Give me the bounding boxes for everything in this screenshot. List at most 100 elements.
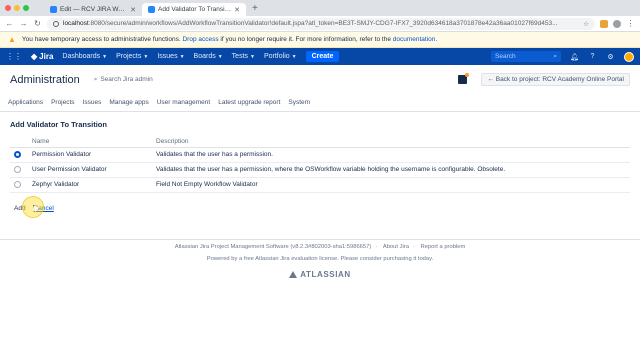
footer-links-row: Atlassian Jira Project Management Softwa… — [174, 244, 466, 250]
validator-description: Validates that the user has a permission… — [156, 147, 630, 163]
about-jira-link[interactable]: About Jira — [383, 244, 409, 250]
validator-description: Validates that the user has a permission… — [156, 162, 630, 178]
table-row[interactable]: Zephyr Validator Field Not Empty Workflo… — [10, 177, 630, 193]
user-permission-validator-radio[interactable] — [14, 166, 21, 173]
project-icon — [458, 73, 470, 84]
search-icon: ⌕ — [93, 75, 98, 83]
chevron-down-icon: ▼ — [250, 53, 255, 60]
table-row[interactable]: Permission Validator Validates that the … — [10, 147, 630, 163]
radio-cell — [10, 162, 32, 178]
new-tab-button[interactable]: + — [246, 3, 264, 16]
arrow-left-icon: ← — [487, 76, 494, 83]
tab-manage-apps[interactable]: Manage apps — [109, 99, 148, 106]
profile-icon[interactable] — [613, 19, 621, 28]
warning-icon: ▲ — [8, 35, 16, 44]
close-window-button[interactable] — [5, 5, 11, 11]
radio-column-header — [10, 136, 32, 148]
tab-title: Add Validator To Transition - R — [158, 6, 232, 13]
gear-icon[interactable]: ⚙ — [606, 52, 615, 61]
tab-latest-upgrade-report[interactable]: Latest upgrade report — [218, 99, 280, 106]
user-avatar[interactable] — [624, 51, 634, 62]
jira-top-nav: ⋮⋮ ◆ Jira Dashboards ▼ Projects ▼ Issues ▼ … — [0, 48, 640, 65]
nav-label: Dashboards — [62, 53, 101, 60]
tab-system[interactable]: System — [288, 99, 310, 106]
name-column-header: Name — [32, 136, 156, 148]
close-tab-icon[interactable]: ✕ — [130, 6, 136, 14]
nav-label: Tests — [231, 53, 249, 60]
validator-name: Zephyr Validator — [32, 177, 156, 193]
tab-title: Edit — RCV JIRA Workflow Tut — [60, 6, 128, 13]
window-controls[interactable] — [5, 5, 29, 11]
nav-label: Projects — [116, 53, 142, 60]
jira-favicon-icon — [148, 6, 155, 13]
search-placeholder: Search — [495, 53, 516, 60]
footer-divider — [0, 239, 640, 240]
notifications-icon[interactable]: 🔔︎ — [570, 52, 579, 61]
jira-logo-text: Jira — [39, 52, 54, 61]
admin-header: Administration ⌕ Search Jira admin ← Bac… — [0, 65, 640, 94]
browser-tab-edit[interactable]: Edit — RCV JIRA Workflow Tut ✕ — [44, 3, 142, 16]
nav-projects[interactable]: Projects ▼ — [116, 53, 148, 60]
tab-issues[interactable]: Issues — [83, 99, 102, 106]
table-row[interactable]: User Permission Validator Validates that… — [10, 162, 630, 178]
nav-label: Portfolio — [263, 53, 290, 60]
admin-search-placeholder: Search Jira admin — [100, 76, 153, 83]
validator-description: Field Not Empty Workflow Validator — [156, 177, 630, 193]
nav-issues[interactable]: Issues ▼ — [157, 53, 184, 60]
browser-menu-icon[interactable]: ⋮ — [626, 19, 635, 28]
admin-tabs: Applications Projects Issues Manage apps… — [0, 94, 640, 112]
jira-logo[interactable]: ◆ Jira — [31, 52, 53, 61]
report-problem-link[interactable]: Report a problem — [420, 244, 465, 250]
close-tab-icon[interactable]: ✕ — [234, 6, 240, 14]
reload-icon[interactable]: ↻ — [33, 19, 42, 28]
radio-cell — [10, 147, 32, 163]
nav-dashboards[interactable]: Dashboards ▼ — [62, 53, 107, 60]
validator-name: User Permission Validator — [32, 162, 156, 178]
tab-applications[interactable]: Applications — [8, 99, 43, 106]
admin-search-input[interactable]: ⌕ Search Jira admin — [94, 76, 153, 84]
cancel-link[interactable]: Cancel — [34, 205, 54, 212]
browser-toolbar: ← → ↻ localhost:8080/secure/admin/workfl… — [0, 16, 640, 32]
add-button[interactable]: Add — [10, 203, 30, 214]
nav-label: Boards — [193, 53, 216, 60]
minimize-window-button[interactable] — [14, 5, 20, 11]
banner-text-middle: if you no longer require it. For more in… — [220, 36, 391, 43]
forward-arrow-icon[interactable]: → — [19, 19, 28, 28]
nav-portfolio[interactable]: Portfolio ▼ — [264, 53, 297, 60]
atlassian-logo[interactable]: ATLASSIAN — [0, 270, 640, 279]
atlassian-brand-text: ATLASSIAN — [300, 270, 351, 279]
main-content: Add Validator To Transition Name Descrip… — [0, 112, 640, 218]
documentation-link[interactable]: documentation — [393, 36, 436, 43]
jira-logo-icon: ◆ — [31, 52, 38, 61]
browser-tab-add-validator[interactable]: Add Validator To Transition - R ✕ — [142, 3, 246, 16]
extension-icon[interactable] — [600, 19, 608, 28]
table-header-row: Name Description — [10, 136, 630, 148]
chevron-down-icon: ▼ — [143, 53, 149, 60]
create-button[interactable]: Create — [305, 51, 340, 62]
address-bar[interactable]: localhost:8080/secure/admin/workflows/Ad… — [47, 17, 595, 30]
url-path: :8080/secure/admin/workflows/AddWorkflow… — [88, 20, 558, 27]
section-heading: Add Validator To Transition — [10, 120, 107, 129]
site-info-icon[interactable] — [53, 20, 59, 27]
description-column-header: Description — [156, 136, 630, 148]
chevron-down-icon: ▼ — [217, 53, 223, 60]
software-version-text: Atlassian Jira Project Management Softwa… — [174, 244, 372, 250]
url-host: localhost — [63, 20, 89, 27]
tab-user-management[interactable]: User management — [157, 99, 210, 106]
permission-validator-radio[interactable] — [14, 151, 21, 158]
bookmark-star-icon[interactable]: ☆ — [583, 20, 589, 28]
drop-access-link[interactable]: Drop access — [182, 36, 218, 43]
nav-tests[interactable]: Tests ▼ — [232, 53, 255, 60]
app-switcher-icon[interactable]: ⋮⋮ — [6, 52, 22, 61]
tab-projects[interactable]: Projects — [51, 99, 74, 106]
nav-search-input[interactable]: Search ⌕ — [491, 51, 561, 62]
zephyr-validator-radio[interactable] — [14, 181, 21, 188]
nav-boards[interactable]: Boards ▼ — [194, 53, 223, 60]
back-to-project-button[interactable]: ← Back to project: RCV Academy Online Po… — [481, 73, 630, 86]
nav-label: Issues — [157, 53, 178, 60]
maximize-window-button[interactable] — [23, 5, 29, 11]
back-arrow-icon[interactable]: ← — [5, 19, 14, 28]
validator-table: Name Description Permission Validator Va… — [10, 136, 630, 193]
validator-name: Permission Validator — [32, 147, 156, 163]
help-icon[interactable]: ? — [588, 52, 597, 61]
